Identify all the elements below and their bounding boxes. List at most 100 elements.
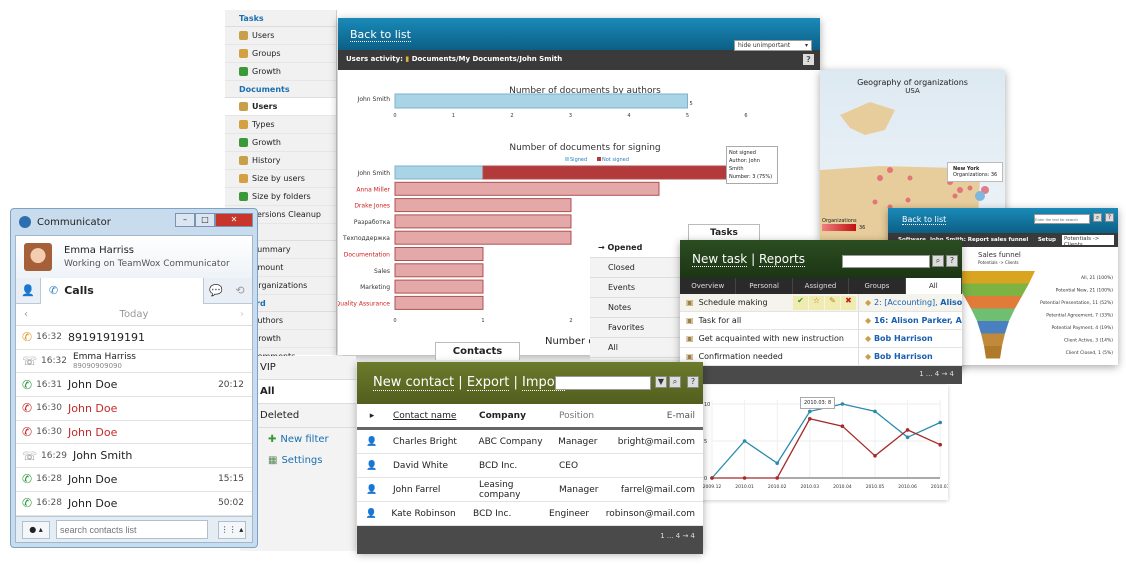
task-filter-item[interactable]: All xyxy=(590,338,680,358)
prev-day-button[interactable]: ‹ xyxy=(24,309,28,320)
chat-icon[interactable]: 💬 xyxy=(204,284,228,297)
line-chart-panel: 0 5 10 2009.12 2010.01 2010.02 2010.03 2010.04 2… xyxy=(700,385,950,500)
table-row[interactable]: 👤 David White BCD Inc. CEO xyxy=(357,454,703,478)
new-contact-link[interactable]: New contact xyxy=(373,375,455,391)
table-row[interactable]: 👤 Charles Bright ABC Company Manager bright@… xyxy=(357,430,703,454)
col-email[interactable]: E-mail xyxy=(619,411,703,421)
edit-icon[interactable]: ✎ xyxy=(825,295,840,310)
search-icon[interactable]: ⌕ xyxy=(669,376,681,388)
call-item[interactable]: ✆ 16:30 John Doe xyxy=(16,421,252,445)
sidebar-item[interactable]: Groups xyxy=(225,45,336,63)
next-day-button[interactable]: › xyxy=(240,309,244,320)
filter-select[interactable]: hide unimportant ▾ xyxy=(734,40,812,51)
pager[interactable]: 1 ... 4 → 4 xyxy=(680,366,962,384)
task-tab[interactable]: Overview xyxy=(680,278,737,294)
assignee-link[interactable]: Bob Harrison xyxy=(874,352,933,361)
task-filter-item[interactable]: → Opened xyxy=(590,238,680,258)
expand-icon[interactable]: ▸ xyxy=(357,411,387,421)
sidebar-section-title[interactable]: Documents xyxy=(225,81,336,98)
reports-link[interactable]: Reports xyxy=(758,252,805,267)
assignee-link[interactable]: Alison Parker, Anna xyxy=(891,316,962,325)
contacts-tab-icon[interactable]: 👤 xyxy=(16,284,40,297)
maximize-button[interactable]: □ xyxy=(195,213,215,227)
search-contacts-input[interactable] xyxy=(56,520,208,539)
export-link[interactable]: Export xyxy=(466,375,510,391)
legend-label: Signed xyxy=(570,157,587,163)
call-time: 16:29 xyxy=(41,450,67,461)
sidebar-item[interactable]: Size by users xyxy=(225,170,336,188)
task-row[interactable]: ▣ Get acquainted with new instruction ◆ Bo… xyxy=(680,330,962,348)
help-button[interactable]: ? xyxy=(946,255,958,267)
sidebar-section-title[interactable]: Tasks xyxy=(225,10,336,27)
assignee-link[interactable]: Alison Pa xyxy=(940,298,962,307)
task-row[interactable]: ▣ Schedule making ✔ ☆ ✎ ✖ ◆ 2: [Accounting], A… xyxy=(680,294,962,312)
call-item[interactable]: ✆ 16:31 John Doe 20:12 xyxy=(16,373,252,398)
task-filter-item[interactable]: Notes xyxy=(590,298,680,318)
call-item[interactable]: ☏ 16:32 Emma Harriss 89090909090 xyxy=(16,350,252,374)
call-item[interactable]: ✆ 16:28 John Doe 15:15 xyxy=(16,468,252,492)
delete-icon[interactable]: ✖ xyxy=(841,295,856,310)
caller-name: John Doe xyxy=(68,472,118,486)
task-filter-item[interactable]: Events xyxy=(590,278,680,298)
history-icon[interactable]: ⟲ xyxy=(228,284,252,297)
funnel-select[interactable]: Potentials -> Clients xyxy=(1062,235,1114,248)
sidebar-item[interactable]: Growth xyxy=(225,134,336,152)
contact-icon: 👤 xyxy=(366,460,378,471)
search-input[interactable] xyxy=(842,255,930,268)
tab-contacts[interactable]: Contacts xyxy=(435,342,520,360)
status-menu-button[interactable]: ● ▴ xyxy=(22,521,50,539)
call-item[interactable]: ✆ 16:30 John Doe xyxy=(16,397,252,421)
tab-tasks[interactable]: Tasks xyxy=(688,224,760,241)
sidebar-item[interactable]: History xyxy=(225,152,336,170)
task-filters: → Opened Closed Events Notes Favorites All xyxy=(590,238,680,360)
app-logo-icon xyxy=(19,216,31,228)
bar-chart-icon xyxy=(239,192,248,201)
sidebar-item[interactable]: Users xyxy=(225,98,336,116)
back-to-list-link[interactable]: Back to list xyxy=(350,28,411,42)
search-input[interactable] xyxy=(555,376,651,390)
task-tab[interactable]: Personal xyxy=(736,278,793,294)
task-tab[interactable]: Groups xyxy=(849,278,906,294)
task-filter-item[interactable]: Closed xyxy=(590,258,680,278)
task-row[interactable]: ▣ Confirmation needed ◆ Bob Harrison xyxy=(680,348,962,366)
help-button[interactable]: ? xyxy=(803,54,814,65)
sidebar-item[interactable]: Types xyxy=(225,116,336,134)
search-input[interactable] xyxy=(1034,214,1090,224)
filter-icon[interactable]: ▼ xyxy=(655,376,667,388)
call-item[interactable]: ☏ 16:29 John Smith xyxy=(16,444,252,469)
tab-calls[interactable]: ✆ Calls xyxy=(40,277,204,304)
setup-button[interactable]: Setup xyxy=(1038,237,1056,243)
search-icon[interactable]: ⌕ xyxy=(932,255,944,267)
table-row[interactable]: 👤 Kate Robinson BCD Inc. Engineer robinson@m… xyxy=(357,502,703,526)
new-task-link[interactable]: New task xyxy=(692,252,748,267)
settings-icon: ▦ xyxy=(268,455,278,466)
col-position[interactable]: Position xyxy=(553,411,619,421)
tick-label: 0 xyxy=(704,476,707,482)
close-button[interactable]: ✕ xyxy=(215,213,253,227)
search-icon[interactable]: ⌕ xyxy=(1093,213,1102,222)
dialpad-button[interactable]: ⋮⋮ ▴ xyxy=(218,521,246,539)
minimize-button[interactable]: – xyxy=(175,213,195,227)
sidebar-item[interactable]: Users xyxy=(225,27,336,45)
call-item[interactable]: ✆ 16:28 John Doe 50:02 xyxy=(16,492,252,516)
assignee-link[interactable]: Bob Harrison xyxy=(874,334,933,343)
sidebar-item[interactable]: Size by folders xyxy=(225,188,336,206)
sidebar-item[interactable]: Growth xyxy=(225,63,336,81)
back-to-list-link[interactable]: Back to list xyxy=(902,215,947,225)
call-item[interactable]: ✆ 16:32 89191919191 xyxy=(16,326,252,350)
task-tab[interactable]: Assigned xyxy=(793,278,850,294)
task-row[interactable]: ▣Task for all◆ 16: Alison Parker, Anna xyxy=(680,312,962,330)
help-button[interactable]: ? xyxy=(1105,213,1114,222)
help-button[interactable]: ? xyxy=(687,376,699,388)
table-row[interactable]: 👤 John Farrel Leasing company Manager farrel… xyxy=(357,478,703,502)
task-filter-item[interactable]: Favorites xyxy=(590,318,680,338)
col-company[interactable]: Company xyxy=(473,411,553,421)
data-point xyxy=(905,428,910,432)
complete-icon[interactable]: ✔ xyxy=(793,295,808,310)
col-contact-name[interactable]: Contact name xyxy=(387,411,473,421)
star-icon[interactable]: ☆ xyxy=(809,295,824,310)
breadcrumb[interactable]: Documents/My Documents/John Smith xyxy=(412,55,563,63)
task-tab[interactable]: All xyxy=(905,278,963,294)
tick-label: 2010.06 xyxy=(898,484,917,490)
pager[interactable]: 1 ... 4 → 4 xyxy=(357,526,703,554)
